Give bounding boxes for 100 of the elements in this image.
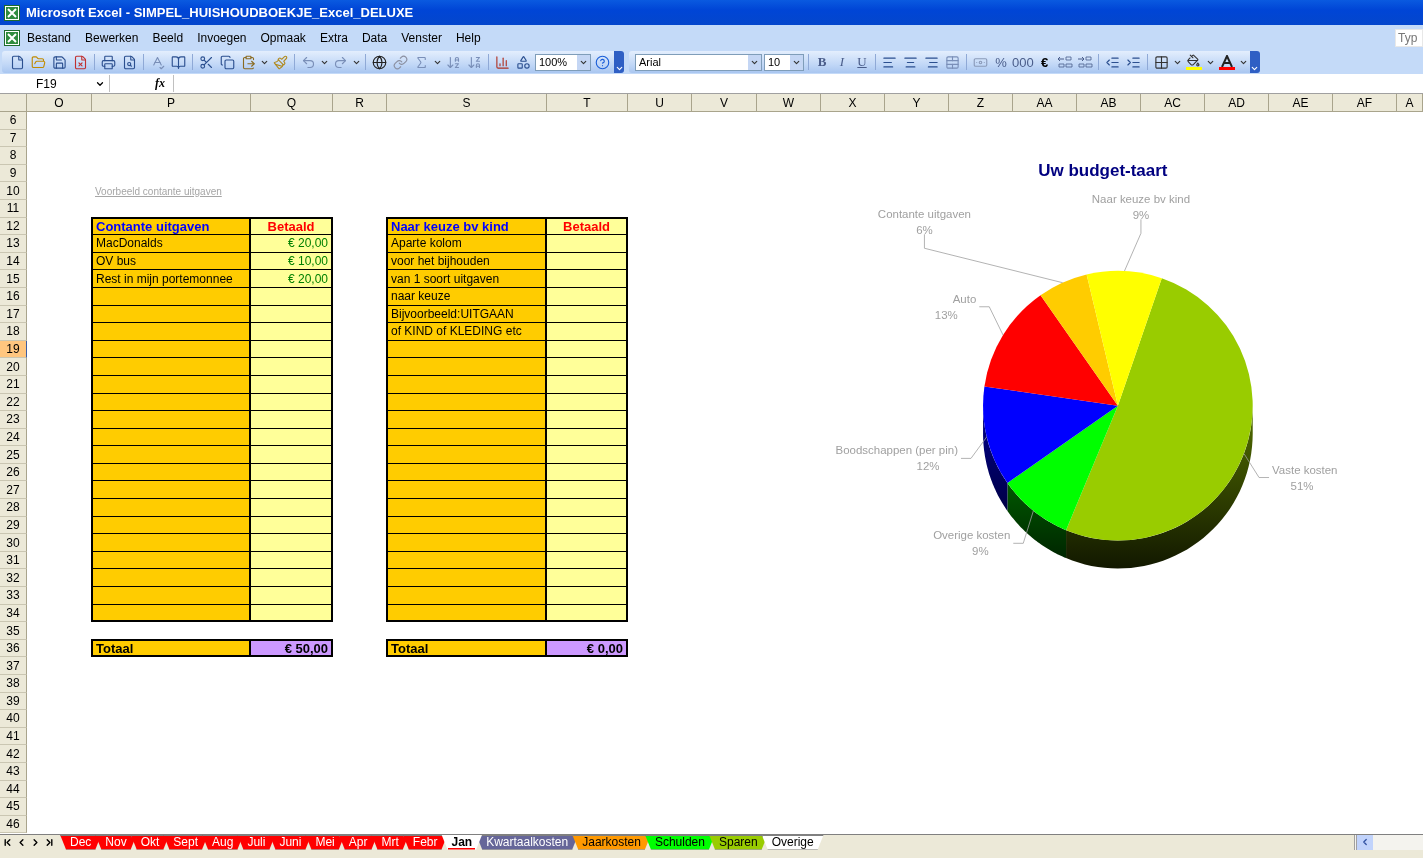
column-header[interactable]: AC [1141,94,1205,112]
sheet-tab[interactable]: Overige [761,834,824,850]
menu-item[interactable]: Extra [312,28,355,47]
leader-line [960,436,988,459]
row-header[interactable]: 13 [0,235,27,253]
menu-item[interactable]: Beeld [145,28,191,47]
column-header[interactable]: R [333,94,387,112]
italic-button[interactable]: I [833,52,851,72]
column-header[interactable]: AF [1333,94,1397,112]
row-header[interactable]: 27 [0,481,27,500]
table-cell: MacDonalds [93,235,251,253]
table-cell: Rest in mijn portemonnee [93,270,251,288]
menu-item[interactable]: Venster [394,28,449,47]
column-header[interactable]: Y [885,94,949,112]
row-header[interactable]: 25 [0,446,27,464]
zoom-select[interactable]: 100% [535,53,591,71]
chart-title: Uw budget-taart [1038,161,1168,181]
slice-percentage: 9% [972,545,989,558]
column-header[interactable]: U [628,94,692,112]
column-header[interactable]: X [821,94,885,112]
help-question-field[interactable]: Typ [1395,28,1423,47]
total-cell: € 50,00 [251,640,331,656]
column-header[interactable]: A [1397,94,1423,112]
row-header[interactable]: 10 [0,182,27,200]
slice-percentage: 13% [934,308,958,321]
row-header[interactable]: 8 [0,147,27,165]
row-header[interactable]: 6 [0,112,27,130]
column-header[interactable]: O [27,94,92,112]
horizontal-scrollbar[interactable] [1354,834,1423,850]
slice-label: Vaste kosten [1272,463,1338,476]
font-size-select[interactable]: 10 [764,53,804,71]
leader-line [1124,219,1142,272]
column-header: Betaald [251,218,331,236]
row-header[interactable]: 18 [0,323,27,341]
column-header[interactable]: T [547,94,628,112]
column-header: Contante uitgaven [93,218,251,236]
menu-item[interactable]: Bewerken [78,28,146,47]
bold-button[interactable]: B [813,52,831,72]
underline-button[interactable]: U [853,52,871,72]
font-color-icon[interactable] [1216,52,1237,72]
slice-percentage: 12% [916,460,940,473]
slice-label: Auto [952,292,977,305]
slice-percentage: 9% [1132,209,1150,222]
column-header[interactable]: Q [251,94,333,112]
leader-line [978,306,1004,336]
row-header[interactable]: 20 [0,358,27,376]
table-cell: of KIND of KLEDING etc [388,323,547,341]
menu-item[interactable]: Invoegen [190,28,254,47]
column-header[interactable]: V [692,94,757,112]
row-header[interactable]: 23 [0,411,27,429]
row-header[interactable]: 42 [0,745,27,763]
total-label: Totaal [388,640,547,656]
menu-item[interactable]: Help [448,28,488,47]
total-label: Totaal [93,640,251,656]
toolbar-options-icon[interactable] [614,51,624,73]
column-header: Betaald [547,218,626,236]
column-header[interactable]: AA [1013,94,1077,112]
sheet-tab[interactable]: Jan [441,834,483,850]
leader-line [1012,510,1034,544]
row-header[interactable]: 15 [0,270,27,288]
row-header[interactable]: 30 [0,534,27,552]
table-cell: Aparte kolom [388,235,547,253]
column-header[interactable]: S [387,94,547,112]
slice-label: Overige kosten [933,529,1011,542]
row-header[interactable]: 37 [0,657,27,675]
table-cell: € 20,00 [251,235,331,253]
slice-label: Boodschappen (per pin) [835,444,958,457]
column-header[interactable]: P [92,94,251,112]
column-header[interactable]: AD [1205,94,1269,112]
row-header[interactable]: 28 [0,499,27,517]
font-select[interactable]: Arial [635,53,762,71]
thousands-button[interactable]: 000 [1012,52,1034,72]
row-header[interactable]: 33 [0,587,27,605]
column-header[interactable]: W [757,94,821,112]
row-header[interactable]: 38 [0,675,27,693]
column-header[interactable]: AE [1269,94,1333,112]
column-header[interactable]: AB [1077,94,1141,112]
increase-decimal-icon[interactable] [1055,54,1074,70]
total-cell: € 0,00 [547,640,626,656]
window-title: Microsoft Excel - SIMPEL_HUISHOUDBOEKJE_Excel_DELUXE [26,5,414,20]
row-header[interactable]: 40 [0,710,27,728]
fill-color-icon[interactable] [1183,52,1204,72]
column-header[interactable]: Z [949,94,1013,112]
row-header[interactable]: 45 [0,798,27,816]
menu-item[interactable]: Data [354,28,395,47]
column-header: Naar keuze bv kind [388,218,547,236]
table-cell: van 1 soort uitgaven [388,270,547,288]
excel-logo-icon [4,4,20,21]
menu-item[interactable]: Bestand [20,28,79,47]
decrease-decimal-icon[interactable] [1075,54,1094,70]
row-header[interactable]: 35 [0,622,27,640]
table-cell: € 20,00 [251,270,331,288]
slice-percentage: 6% [916,224,933,237]
insert-function-button[interactable]: fx [155,76,165,91]
menu-item[interactable]: Opmaak [253,28,313,47]
toolbar-options-icon[interactable] [1249,51,1260,73]
row-header[interactable]: 32 [0,569,27,588]
euro-button[interactable]: € [1035,52,1054,72]
percent-button[interactable]: % [992,52,1010,72]
excel-logo-icon [4,29,20,46]
